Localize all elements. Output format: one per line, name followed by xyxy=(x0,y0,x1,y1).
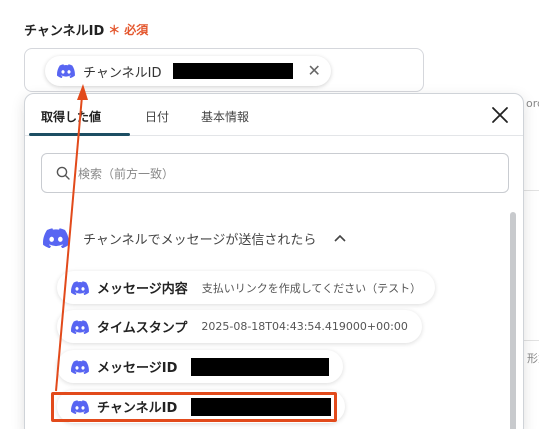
chip-remove-button[interactable]: ✕ xyxy=(307,63,320,79)
background-text-bottom: 形式 xyxy=(527,352,539,365)
item-name: タイムスタンプ xyxy=(97,321,188,336)
tab-retrieved-values[interactable]: 取得した値 xyxy=(41,108,101,125)
discord-icon xyxy=(71,359,89,374)
chevron-up-icon[interactable] xyxy=(334,234,346,242)
close-icon[interactable] xyxy=(491,106,509,124)
trigger-group-header[interactable]: チャンネルでメッセージが送信されたら xyxy=(43,228,346,248)
search-placeholder: 検索（前方一致） xyxy=(78,166,175,181)
search-input[interactable]: 検索（前方一致） xyxy=(41,153,509,193)
discord-icon xyxy=(57,64,75,78)
item-value: 支払いリンクを作成してください（テスト） xyxy=(201,281,422,295)
search-icon xyxy=(56,166,70,180)
scrollbar[interactable] xyxy=(510,212,516,429)
value-item-timestamp[interactable]: タイムスタンプ 2025-08-18T04:43:54.419000+00:00 xyxy=(57,310,422,343)
redacted-value xyxy=(173,63,294,79)
item-name: メッセージ内容 xyxy=(97,282,188,297)
chip-label: チャンネルID xyxy=(83,65,162,81)
field-label-text: チャンネルID xyxy=(24,24,105,39)
group-title: チャンネルでメッセージが送信されたら xyxy=(83,232,317,248)
background-text-top: ord. xyxy=(526,97,539,110)
discord-icon xyxy=(71,280,89,295)
tab-basic-info[interactable]: 基本情報 xyxy=(201,108,249,125)
tab-bar: 取得した値 日付 基本情報 xyxy=(25,94,523,136)
field-label: チャンネルID ＊ 必須 xyxy=(24,20,148,39)
tab-date[interactable]: 日付 xyxy=(145,108,169,125)
value-picker-panel: 取得した値 日付 基本情報 検索（前方一致） チャンネルでメッセージが送信された… xyxy=(24,93,524,429)
value-item-message-content[interactable]: メッセージ内容 支払いリンクを作成してください（テスト） xyxy=(57,271,436,304)
required-text: 必須 xyxy=(124,23,149,37)
value-chip[interactable]: チャンネルID ✕ xyxy=(45,56,331,86)
item-name: メッセージID xyxy=(97,361,178,376)
highlight-box xyxy=(51,392,337,422)
item-value: 2025-08-18T04:43:54.419000+00:00 xyxy=(201,320,408,333)
discord-icon xyxy=(71,319,89,334)
redacted-value xyxy=(191,357,330,376)
active-tab-indicator xyxy=(29,133,130,136)
required-mark: ＊ xyxy=(108,23,121,37)
discord-icon xyxy=(43,228,69,248)
value-item-message-id[interactable]: メッセージID xyxy=(57,350,344,383)
